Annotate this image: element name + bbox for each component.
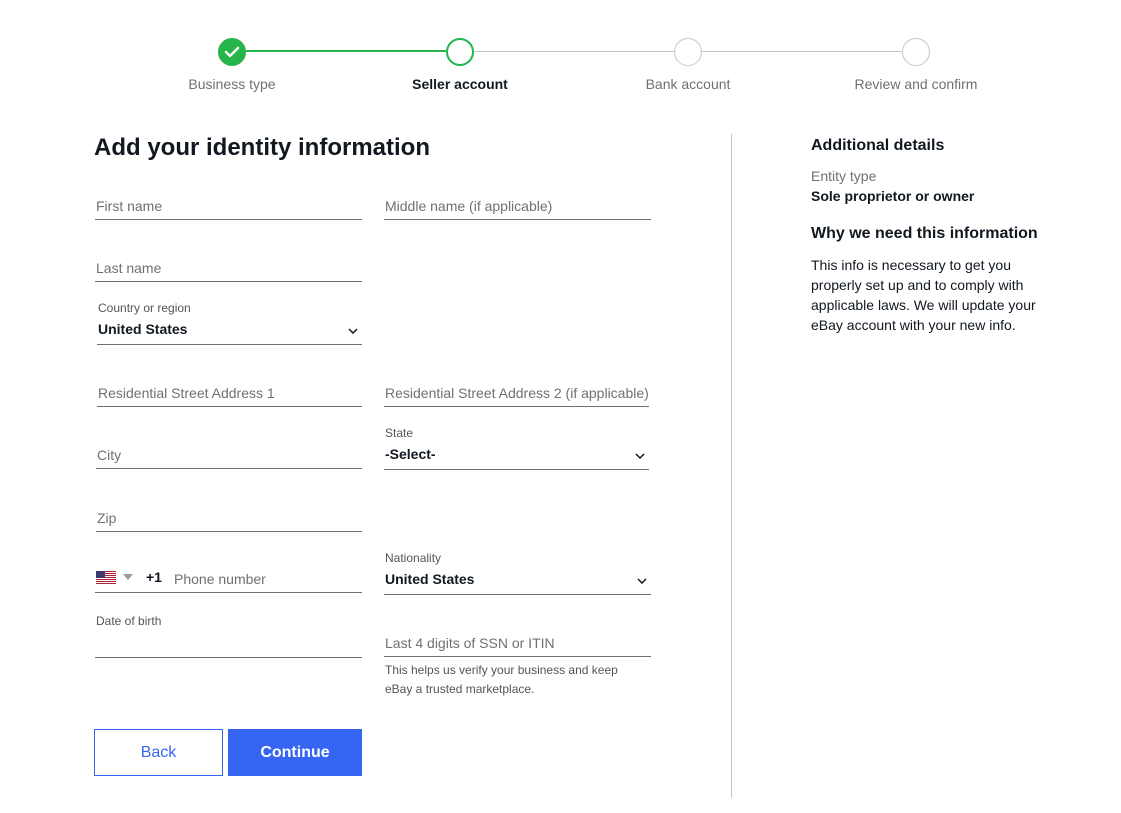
middle-name-field[interactable]: Middle name (if applicable) [384,192,651,220]
continue-button[interactable]: Continue [228,729,362,776]
last-name-placeholder: Last name [96,260,162,276]
chevron-down-icon [348,328,358,334]
date-of-birth-field[interactable]: Date of birth [95,614,362,658]
step-connector-2 [474,51,674,52]
country-value: United States [98,321,188,337]
nationality-label: Nationality [385,551,442,565]
entity-type-value: Sole proprietor or owner [811,188,975,204]
first-name-placeholder: First name [96,198,163,214]
phone-placeholder: Phone number [174,571,266,587]
last-name-field[interactable]: Last name [95,254,362,282]
step-4-icon [902,38,930,66]
entity-type-label: Entity type [811,168,877,184]
zip-field[interactable]: Zip [96,504,362,532]
address2-field[interactable]: Residential Street Address 2 (if applica… [384,379,649,407]
phone-field[interactable]: +1 Phone number [95,565,362,593]
date-of-birth-label: Date of birth [96,614,162,628]
chevron-down-icon [635,453,645,459]
additional-details-heading: Additional details [811,137,945,154]
step-connector-3 [702,51,902,52]
ssn-help-text: This helps us verify your business and k… [385,663,618,696]
first-name-field[interactable]: First name [95,192,362,220]
chevron-down-icon [637,578,647,584]
address2-placeholder: Residential Street Address 2 (if applica… [385,385,649,401]
country-label: Country or region [98,301,191,315]
city-field[interactable]: City [96,441,362,469]
zip-placeholder: Zip [97,510,117,526]
page-title: Add your identity information [94,134,430,161]
address1-placeholder: Residential Street Address 1 [98,385,275,401]
ssn-field[interactable]: Last 4 digits of SSN or ITIN [384,629,651,657]
progress-stepper: Business type Seller account Bank accoun… [0,0,1121,110]
us-flag-icon[interactable] [96,571,116,584]
step-2-label: Seller account [412,76,508,92]
nationality-select[interactable]: Nationality United States [384,551,651,595]
column-divider [731,134,732,798]
state-select[interactable]: State -Select- [384,426,649,470]
middle-name-placeholder: Middle name (if applicable) [385,198,553,214]
step-3-label: Bank account [645,76,731,92]
why-heading: Why we need this information [811,225,1038,242]
state-label: State [385,426,414,440]
step-1-label: Business type [188,76,276,92]
back-button[interactable]: Back [94,729,223,776]
step-connector-1 [246,50,446,52]
address1-field[interactable]: Residential Street Address 1 [97,379,362,407]
step-3-icon [674,38,702,66]
why-text: This info is necessary to get you proper… [811,257,1036,333]
country-select[interactable]: Country or region United States [97,301,362,345]
step-1-complete-icon [218,38,246,66]
step-2-current-icon [446,38,474,66]
step-4-label: Review and confirm [854,76,978,92]
checkmark-icon [224,46,240,58]
phone-country-code: +1 [146,569,162,585]
city-placeholder: City [97,447,122,463]
nationality-value: United States [385,571,475,587]
state-value: -Select- [385,446,436,462]
ssn-placeholder: Last 4 digits of SSN or ITIN [385,635,555,651]
country-code-dropdown-icon[interactable] [123,574,133,580]
